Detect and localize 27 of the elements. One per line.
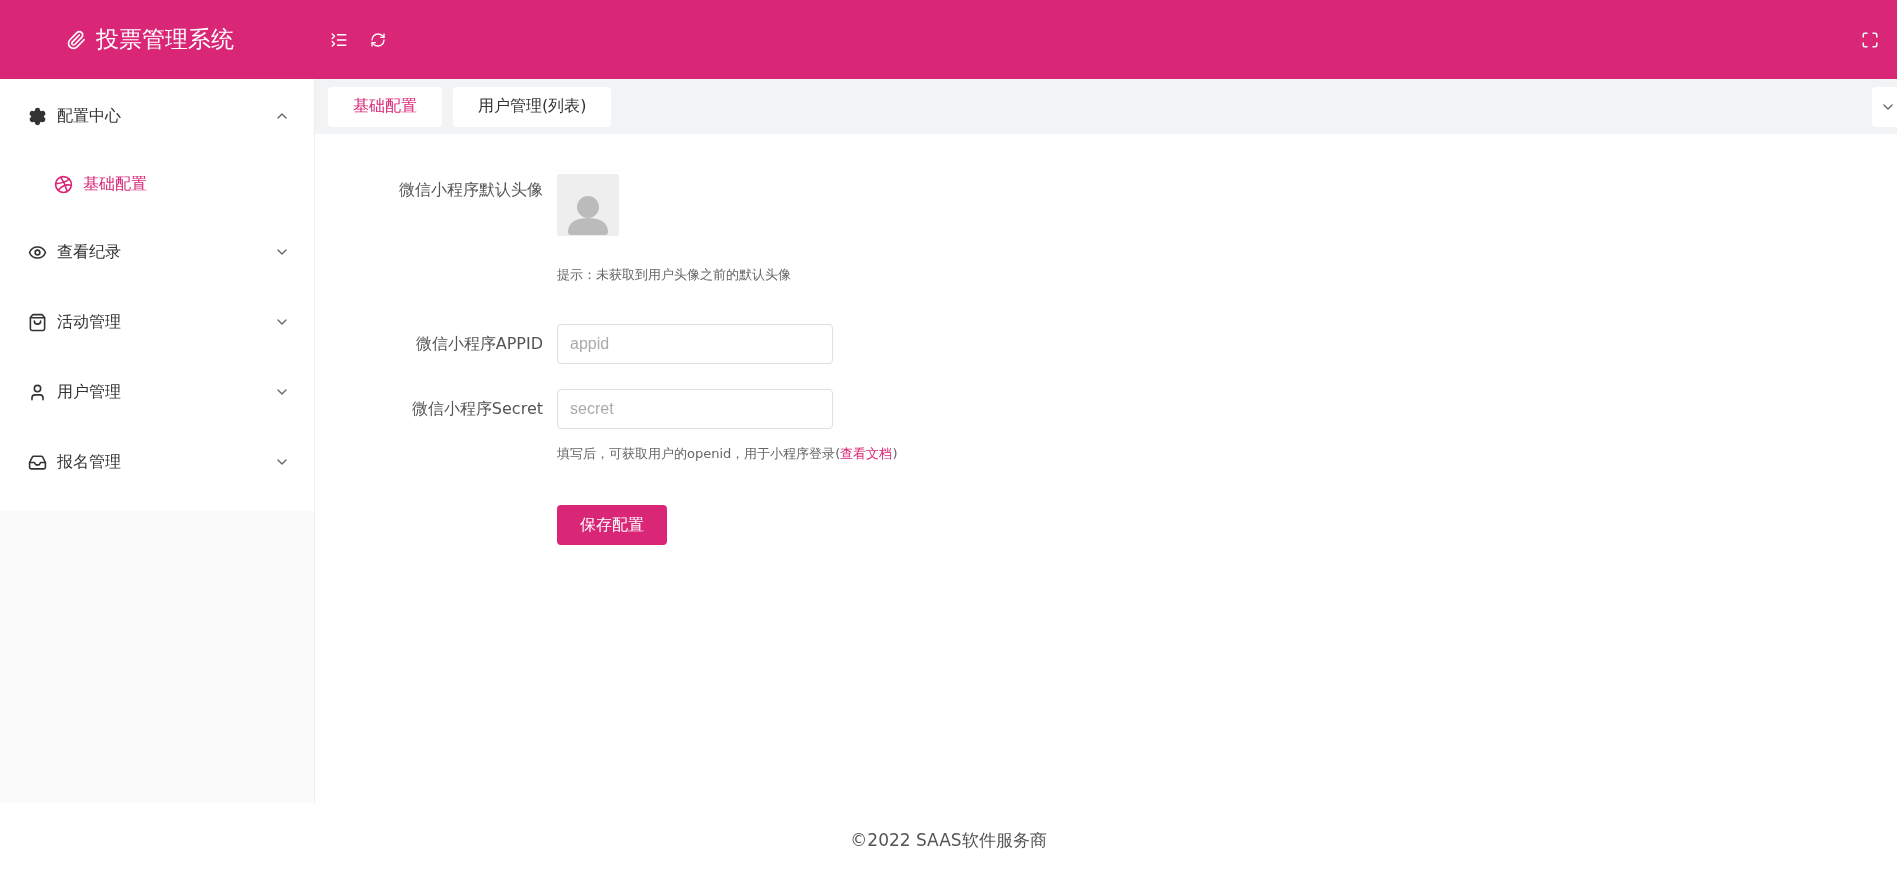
paperclip-icon	[66, 29, 86, 50]
field-label: 微信小程序Secret	[410, 398, 543, 420]
ball-icon	[54, 174, 73, 194]
fullscreen-icon	[1861, 30, 1879, 49]
docs-link[interactable]: 查看文档	[840, 446, 893, 461]
hint-text: 提示：未获取到用户头像之前的默认头像	[557, 266, 791, 284]
sidebar-item[interactable]: 配置中心	[0, 81, 314, 151]
field-label: 微信小程序默认头像	[398, 179, 543, 201]
sidebar-item[interactable]: 用户管理	[0, 357, 314, 427]
input-field[interactable]: appid	[557, 324, 833, 364]
tab[interactable]: 基础配置	[328, 86, 442, 127]
field-label: 微信小程序APPID	[414, 333, 543, 355]
sidebar-subitem[interactable]: 基础配置	[0, 151, 314, 217]
footer-text: ©2022 SAAS软件服务商	[850, 828, 1047, 852]
hint-text: 填写后，可获取用户的openid，用于小程序登录(查看文档)	[557, 445, 898, 463]
input-field[interactable]: secret	[557, 389, 833, 429]
menu-collapse-icon	[330, 30, 348, 49]
bag-icon	[28, 312, 47, 332]
save-button[interactable]: 保存配置	[557, 505, 667, 545]
user-icon	[28, 382, 47, 402]
sidebar-item[interactable]: 报名管理	[0, 427, 314, 497]
refresh-icon	[370, 31, 386, 48]
app-title: 投票管理系统	[96, 25, 234, 54]
sidebar-item[interactable]: 查看纪录	[0, 217, 314, 287]
sidebar-item[interactable]: 活动管理	[0, 287, 314, 357]
tab[interactable]: 用户管理(列表)	[453, 86, 612, 127]
inbox-icon	[28, 452, 47, 472]
